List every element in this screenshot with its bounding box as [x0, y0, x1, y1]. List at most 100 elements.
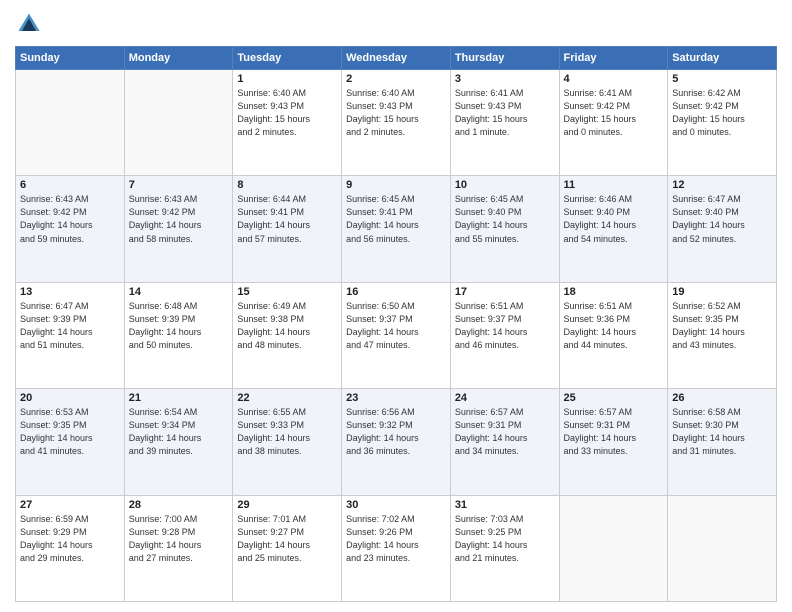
calendar-cell: 16 Sunrise: 6:50 AM Sunset: 9:37 PM Dayli…	[342, 282, 451, 388]
calendar-week-row: 20 Sunrise: 6:53 AM Sunset: 9:35 PM Dayli…	[16, 389, 777, 495]
day-number: 4	[564, 73, 664, 85]
day-info: Sunrise: 6:59 AM Sunset: 9:29 PM Dayligh…	[20, 513, 120, 565]
day-info: Sunrise: 6:43 AM Sunset: 9:42 PM Dayligh…	[129, 193, 229, 245]
day-info: Sunrise: 7:01 AM Sunset: 9:27 PM Dayligh…	[237, 513, 337, 565]
calendar-cell: 25 Sunrise: 6:57 AM Sunset: 9:31 PM Dayli…	[559, 389, 668, 495]
day-info: Sunrise: 6:51 AM Sunset: 9:36 PM Dayligh…	[564, 300, 664, 352]
calendar-cell: 8 Sunrise: 6:44 AM Sunset: 9:41 PM Daylig…	[233, 176, 342, 282]
calendar-cell: 23 Sunrise: 6:56 AM Sunset: 9:32 PM Dayli…	[342, 389, 451, 495]
weekday-header: Sunday	[16, 47, 125, 70]
day-info: Sunrise: 6:47 AM Sunset: 9:39 PM Dayligh…	[20, 300, 120, 352]
day-number: 11	[564, 179, 664, 191]
logo-icon	[15, 10, 43, 38]
day-number: 21	[129, 392, 229, 404]
calendar-week-row: 6 Sunrise: 6:43 AM Sunset: 9:42 PM Daylig…	[16, 176, 777, 282]
calendar-cell: 1 Sunrise: 6:40 AM Sunset: 9:43 PM Daylig…	[233, 70, 342, 176]
calendar-cell: 10Sunrise: 6:45 AM Sunset: 9:40 PM Dayli…	[450, 176, 559, 282]
calendar-cell: 24 Sunrise: 6:57 AM Sunset: 9:31 PM Dayli…	[450, 389, 559, 495]
calendar-header-row: SundayMondayTuesdayWednesdayThursdayFrid…	[16, 47, 777, 70]
day-info: Sunrise: 6:57 AM Sunset: 9:31 PM Dayligh…	[564, 406, 664, 458]
day-info: Sunrise: 6:40 AM Sunset: 9:43 PM Dayligh…	[237, 87, 337, 139]
day-number: 9	[346, 179, 446, 191]
day-info: Sunrise: 7:03 AM Sunset: 9:25 PM Dayligh…	[455, 513, 555, 565]
day-number: 16	[346, 286, 446, 298]
calendar-cell: 22 Sunrise: 6:55 AM Sunset: 9:33 PM Dayli…	[233, 389, 342, 495]
calendar-week-row: 13 Sunrise: 6:47 AM Sunset: 9:39 PM Dayli…	[16, 282, 777, 388]
day-number: 2	[346, 73, 446, 85]
weekday-header: Wednesday	[342, 47, 451, 70]
calendar-cell	[16, 70, 125, 176]
weekday-header: Thursday	[450, 47, 559, 70]
day-info: Sunrise: 6:57 AM Sunset: 9:31 PM Dayligh…	[455, 406, 555, 458]
day-info: Sunrise: 6:44 AM Sunset: 9:41 PM Dayligh…	[237, 193, 337, 245]
day-info: Sunrise: 6:41 AM Sunset: 9:42 PM Dayligh…	[564, 87, 664, 139]
calendar-week-row: 27Sunrise: 6:59 AM Sunset: 9:29 PM Dayli…	[16, 495, 777, 601]
day-number: 1	[237, 73, 337, 85]
calendar-cell: 27Sunrise: 6:59 AM Sunset: 9:29 PM Dayli…	[16, 495, 125, 601]
day-info: Sunrise: 6:50 AM Sunset: 9:37 PM Dayligh…	[346, 300, 446, 352]
day-info: Sunrise: 6:43 AM Sunset: 9:42 PM Dayligh…	[20, 193, 120, 245]
day-number: 18	[564, 286, 664, 298]
day-info: Sunrise: 6:54 AM Sunset: 9:34 PM Dayligh…	[129, 406, 229, 458]
calendar-cell	[668, 495, 777, 601]
day-info: Sunrise: 6:49 AM Sunset: 9:38 PM Dayligh…	[237, 300, 337, 352]
calendar-cell: 20 Sunrise: 6:53 AM Sunset: 9:35 PM Dayli…	[16, 389, 125, 495]
calendar-cell: 3Sunrise: 6:41 AM Sunset: 9:43 PM Daylig…	[450, 70, 559, 176]
header	[15, 10, 777, 38]
weekday-header: Monday	[124, 47, 233, 70]
day-info: Sunrise: 7:02 AM Sunset: 9:26 PM Dayligh…	[346, 513, 446, 565]
calendar-cell: 11Sunrise: 6:46 AM Sunset: 9:40 PM Dayli…	[559, 176, 668, 282]
calendar-cell: 14 Sunrise: 6:48 AM Sunset: 9:39 PM Dayli…	[124, 282, 233, 388]
calendar-cell	[559, 495, 668, 601]
weekday-header: Saturday	[668, 47, 777, 70]
calendar-cell: 6 Sunrise: 6:43 AM Sunset: 9:42 PM Daylig…	[16, 176, 125, 282]
weekday-header: Friday	[559, 47, 668, 70]
day-number: 14	[129, 286, 229, 298]
day-number: 29	[237, 499, 337, 511]
day-info: Sunrise: 7:00 AM Sunset: 9:28 PM Dayligh…	[129, 513, 229, 565]
calendar-cell: 26 Sunrise: 6:58 AM Sunset: 9:30 PM Dayli…	[668, 389, 777, 495]
day-number: 7	[129, 179, 229, 191]
calendar-cell: 21 Sunrise: 6:54 AM Sunset: 9:34 PM Dayli…	[124, 389, 233, 495]
day-number: 3	[455, 73, 555, 85]
day-info: Sunrise: 6:52 AM Sunset: 9:35 PM Dayligh…	[672, 300, 772, 352]
day-number: 22	[237, 392, 337, 404]
day-number: 24	[455, 392, 555, 404]
day-number: 19	[672, 286, 772, 298]
calendar-cell: 17 Sunrise: 6:51 AM Sunset: 9:37 PM Dayli…	[450, 282, 559, 388]
calendar-cell: 15 Sunrise: 6:49 AM Sunset: 9:38 PM Dayli…	[233, 282, 342, 388]
calendar-cell: 29 Sunrise: 7:01 AM Sunset: 9:27 PM Dayli…	[233, 495, 342, 601]
day-info: Sunrise: 6:53 AM Sunset: 9:35 PM Dayligh…	[20, 406, 120, 458]
calendar-cell: 31 Sunrise: 7:03 AM Sunset: 9:25 PM Dayli…	[450, 495, 559, 601]
day-info: Sunrise: 6:55 AM Sunset: 9:33 PM Dayligh…	[237, 406, 337, 458]
day-number: 25	[564, 392, 664, 404]
day-info: Sunrise: 6:48 AM Sunset: 9:39 PM Dayligh…	[129, 300, 229, 352]
day-number: 10	[455, 179, 555, 191]
day-number: 26	[672, 392, 772, 404]
day-number: 6	[20, 179, 120, 191]
day-info: Sunrise: 6:45 AM Sunset: 9:41 PM Dayligh…	[346, 193, 446, 245]
day-number: 17	[455, 286, 555, 298]
calendar-cell: 4 Sunrise: 6:41 AM Sunset: 9:42 PM Daylig…	[559, 70, 668, 176]
day-info: Sunrise: 6:51 AM Sunset: 9:37 PM Dayligh…	[455, 300, 555, 352]
calendar-cell: 28Sunrise: 7:00 AM Sunset: 9:28 PM Dayli…	[124, 495, 233, 601]
day-number: 31	[455, 499, 555, 511]
day-number: 13	[20, 286, 120, 298]
day-info: Sunrise: 6:56 AM Sunset: 9:32 PM Dayligh…	[346, 406, 446, 458]
day-number: 12	[672, 179, 772, 191]
weekday-header: Tuesday	[233, 47, 342, 70]
day-number: 30	[346, 499, 446, 511]
day-number: 5	[672, 73, 772, 85]
day-number: 23	[346, 392, 446, 404]
calendar-cell: 30 Sunrise: 7:02 AM Sunset: 9:26 PM Dayli…	[342, 495, 451, 601]
day-number: 8	[237, 179, 337, 191]
day-info: Sunrise: 6:40 AM Sunset: 9:43 PM Dayligh…	[346, 87, 446, 139]
day-info: Sunrise: 6:58 AM Sunset: 9:30 PM Dayligh…	[672, 406, 772, 458]
calendar-table: SundayMondayTuesdayWednesdayThursdayFrid…	[15, 46, 777, 602]
day-number: 15	[237, 286, 337, 298]
calendar-week-row: 1 Sunrise: 6:40 AM Sunset: 9:43 PM Daylig…	[16, 70, 777, 176]
logo	[15, 10, 47, 38]
day-number: 20	[20, 392, 120, 404]
calendar-cell: 13 Sunrise: 6:47 AM Sunset: 9:39 PM Dayli…	[16, 282, 125, 388]
calendar-cell: 7 Sunrise: 6:43 AM Sunset: 9:42 PM Daylig…	[124, 176, 233, 282]
